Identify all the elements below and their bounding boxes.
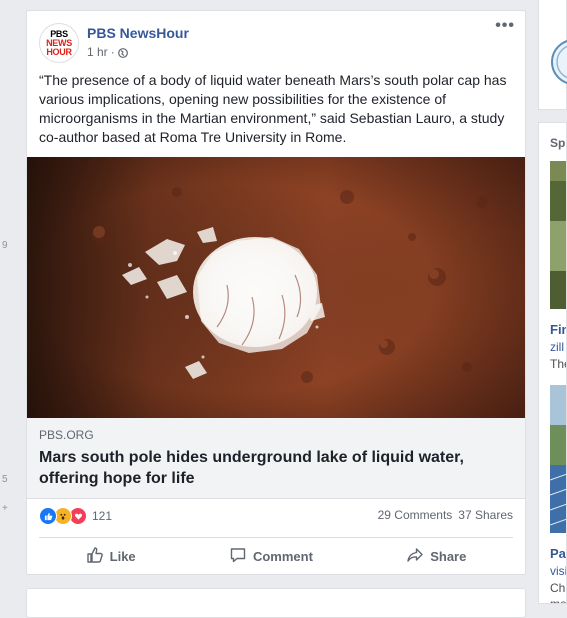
reaction-count[interactable]: 121 [92, 509, 112, 523]
link-preview-image[interactable] [27, 157, 525, 418]
thumbs-up-icon [86, 546, 104, 567]
ad-title-link[interactable]: Pa [550, 546, 566, 561]
ad-description: The [550, 357, 566, 371]
left-gutter: 9 5 + [0, 0, 20, 604]
ad-description: me [550, 597, 567, 604]
globe-icon[interactable] [117, 47, 128, 58]
gutter-number: 5 [2, 474, 8, 485]
sidebar-card-top [538, 0, 567, 110]
ad-title-link[interactable]: Fin [550, 322, 566, 337]
sponsored-panel: Sp Fin zill The Pa visi Ch me [538, 122, 567, 604]
sponsored-heading: Sp [550, 136, 566, 150]
profile-circle-icon[interactable] [539, 0, 567, 106]
ad-domain: visi [550, 564, 567, 578]
more-options-button[interactable]: ••• [495, 17, 515, 35]
page-name-link[interactable]: PBS NewsHour [87, 25, 189, 41]
meta-separator: · [110, 45, 115, 59]
right-sidebar: Sp Fin zill The Pa visi Ch me [538, 0, 567, 604]
like-icon [39, 507, 57, 525]
avatar-text: HOUR [46, 46, 72, 57]
next-feed-post [26, 588, 526, 618]
share-button[interactable]: Share [406, 541, 466, 571]
post-header: PBS NEWS HOUR PBS NewsHour 1 hr · ••• [39, 17, 515, 67]
link-preview-info[interactable]: PBS.ORG Mars south pole hides undergroun… [27, 418, 525, 499]
link-headline[interactable]: Mars south pole hides underground lake o… [39, 447, 499, 489]
feed-post: PBS NEWS HOUR PBS NewsHour 1 hr · ••• “T… [26, 10, 526, 575]
post-actions: Like Comment Share [39, 541, 513, 571]
ad-image[interactable] [549, 385, 566, 533]
gutter-number: 9 [2, 240, 8, 251]
shares-count[interactable]: 37 Shares [458, 508, 513, 522]
ad-image[interactable] [550, 161, 566, 309]
page-avatar[interactable]: PBS NEWS HOUR [39, 23, 79, 63]
comment-button[interactable]: Comment [229, 541, 313, 571]
comment-icon [229, 546, 247, 567]
post-timestamp[interactable]: 1 hr [87, 45, 108, 59]
engagement-counts: 29 Comments 37 Shares [378, 508, 513, 522]
post-meta: 1 hr · [87, 45, 128, 59]
gutter-number: + [2, 503, 8, 514]
share-arrow-icon [406, 546, 424, 567]
comment-label: Comment [252, 548, 313, 564]
ad-domain: zill [550, 340, 564, 354]
post-text: “The presence of a body of liquid water … [39, 72, 507, 145]
link-domain: PBS.ORG [39, 428, 94, 442]
action-divider [39, 537, 513, 538]
share-label: Share [430, 548, 467, 564]
reactions-summary[interactable]: 121 [39, 505, 112, 527]
comments-count[interactable]: 29 Comments [378, 508, 453, 522]
like-button[interactable]: Like [86, 541, 136, 571]
ad-description: Ch [550, 581, 566, 595]
like-label: Like [109, 548, 136, 564]
